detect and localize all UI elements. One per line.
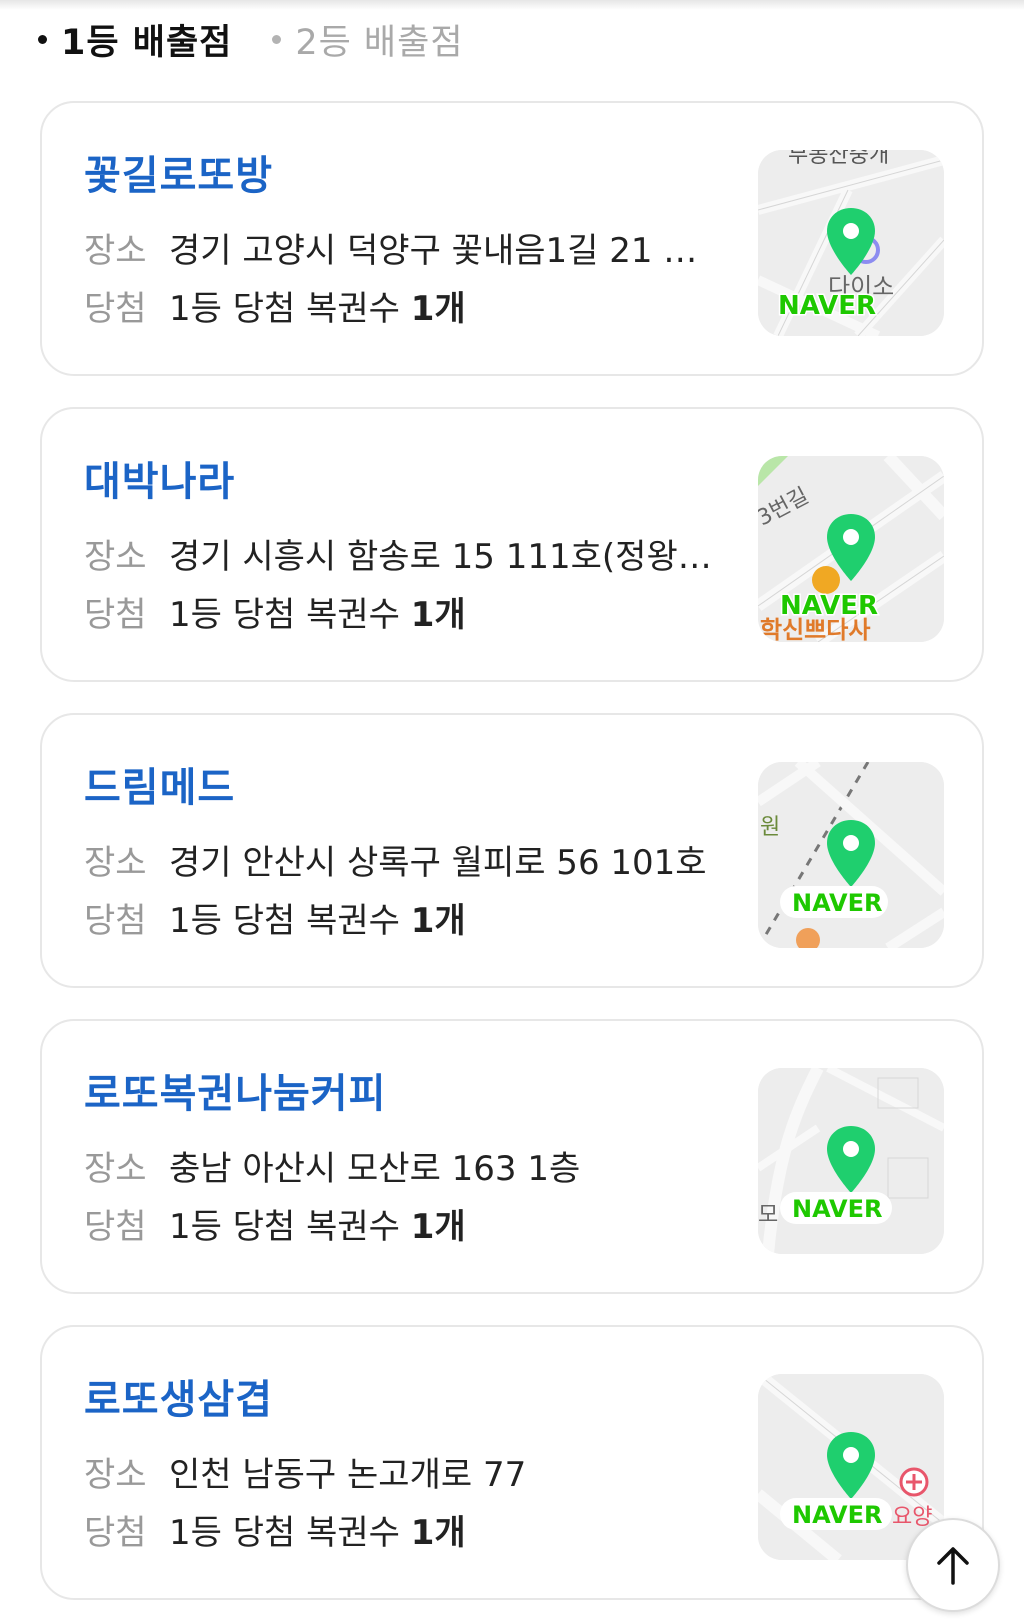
map-label: 부동산중개 [788,150,889,168]
address-label: 장소 [84,231,147,271]
win-text: 1등 당첨 복권수 [169,901,400,941]
win-row: 당첨 1등 당첨 복권수 1개 [84,587,764,636]
win-value: 1등 당첨 복권수 1개 [169,893,466,942]
win-count: 1개 [410,901,466,941]
address-label: 장소 [84,1455,147,1495]
map-label: 모 [758,1203,778,1228]
win-text: 1등 당첨 복권수 [169,1513,400,1553]
address-row: 장소 경기 안산시 상록구 월피로 56 101호 [84,835,764,884]
naver-logo: NAVER [792,889,882,917]
address-label: 장소 [84,537,147,577]
win-label: 당첨 [84,289,147,329]
tab-first-prize-label: 1등 배출점 [61,22,233,63]
map-thumbnail[interactable]: NAVER 요양 [758,1374,944,1560]
win-count: 1개 [410,289,466,329]
address-value: 충남 아산시 모산로 163 1층 [169,1149,581,1189]
tab-second-prize[interactable]: 2등 배출점 [272,14,463,65]
win-text: 1등 당첨 복권수 [169,289,400,329]
store-name[interactable]: 꽃길로또방 [84,143,273,201]
scroll-to-top-button[interactable] [906,1518,1000,1612]
map-thumbnail[interactable]: 부동산중개 다이소 NAVER [758,150,944,336]
store-card[interactable]: 꽃길로또방 장소 경기 고양시 덕양구 꽃내음1길 21 … 당첨 1등 당첨 … [40,101,984,376]
address-row: 장소 경기 시흥시 함송로 15 111호(정왕… [84,529,764,578]
store-name[interactable]: 로또복권나눔커피 [84,1061,386,1119]
store-name[interactable]: 드림메드 [84,755,235,813]
address-row: 장소 인천 남동구 논고개로 77 [84,1447,764,1496]
store-card[interactable]: 로또생삼겹 장소 인천 남동구 논고개로 77 당첨 1등 당첨 복권수 1개 [40,1325,984,1600]
win-value: 1등 당첨 복권수 1개 [169,1199,466,1248]
bullet-icon [38,34,47,44]
tab-second-prize-label: 2등 배출점 [295,22,464,63]
win-count: 1개 [410,595,466,635]
hospital-icon [899,1467,929,1497]
naver-logo: NAVER [778,291,876,321]
win-text: 1등 당첨 복권수 [169,595,400,635]
map-label: 원 [760,815,780,840]
store-name[interactable]: 대박나라 [84,449,235,507]
address-row: 장소 충남 아산시 모산로 163 1층 [84,1141,764,1190]
address-row: 장소 경기 고양시 덕양구 꽃내음1길 21 … [84,223,764,272]
win-row: 당첨 1등 당첨 복권수 1개 [84,1505,764,1554]
bullet-icon [272,34,282,44]
address-value: 경기 고양시 덕양구 꽃내음1길 21 … [169,231,698,271]
address-value: 경기 안산시 상록구 월피로 56 101호 [169,843,707,883]
win-text: 1등 당첨 복권수 [169,1207,400,1247]
store-card[interactable]: 드림메드 장소 경기 안산시 상록구 월피로 56 101호 당첨 1등 당첨 … [40,713,984,988]
win-value: 1등 당첨 복권수 1개 [169,281,466,330]
map-thumbnail[interactable]: NAVER 모 [758,1068,944,1254]
store-card[interactable]: 로또복권나눔커피 장소 충남 아산시 모산로 163 1층 당첨 1등 당첨 복… [40,1019,984,1294]
arrow-up-icon [937,1547,969,1585]
map-label: 학신쁘다사 [760,616,870,642]
naver-logo: NAVER [792,1501,882,1529]
win-row: 당첨 1등 당첨 복권수 1개 [84,1199,764,1248]
map-thumbnail[interactable]: 3번길 NAVER 학신쁘다사 [758,456,944,642]
win-count: 1개 [410,1207,466,1247]
map-thumbnail[interactable]: 원 NAVER [758,762,944,948]
naver-logo: NAVER [792,1195,882,1223]
win-label: 당첨 [84,901,147,941]
win-row: 당첨 1등 당첨 복권수 1개 [84,281,764,330]
win-count: 1개 [410,1513,466,1553]
win-label: 당첨 [84,1207,147,1247]
win-value: 1등 당첨 복권수 1개 [169,587,466,636]
address-value: 인천 남동구 논고개로 77 [169,1455,527,1495]
store-card[interactable]: 대박나라 장소 경기 시흥시 함송로 15 111호(정왕… 당첨 1등 당첨 … [40,407,984,682]
address-label: 장소 [84,1149,147,1189]
store-name[interactable]: 로또생삼겹 [84,1367,273,1425]
win-row: 당첨 1등 당첨 복권수 1개 [84,893,764,942]
win-label: 당첨 [84,595,147,635]
store-list: 꽃길로또방 장소 경기 고양시 덕양구 꽃내음1길 21 … 당첨 1등 당첨 … [40,101,984,1619]
top-shadow [0,0,1024,10]
win-label: 당첨 [84,1513,147,1553]
address-value: 경기 시흥시 함송로 15 111호(정왕… [169,537,712,577]
address-label: 장소 [84,843,147,883]
page: 1등 배출점 2등 배출점 꽃길로또방 장소 경기 고양시 덕양구 꽃내음1길 … [0,0,1024,1619]
tab-first-prize[interactable]: 1등 배출점 [38,14,232,65]
tab-bar: 1등 배출점 2등 배출점 [38,14,464,64]
win-value: 1등 당첨 복권수 1개 [169,1505,466,1554]
